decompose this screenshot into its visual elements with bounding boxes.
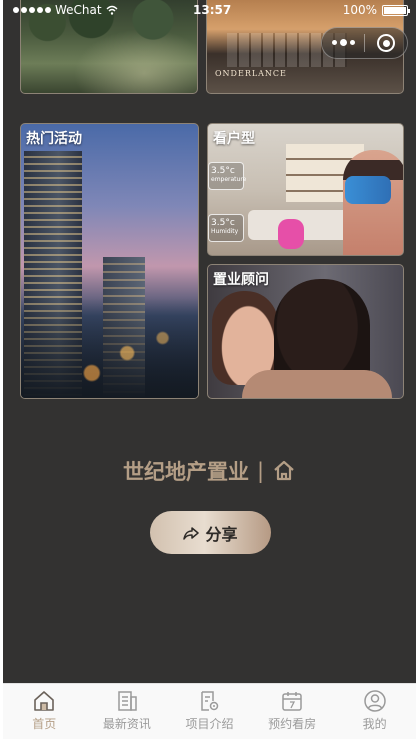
tab-home-label: 首页 (32, 717, 57, 731)
tab-project[interactable]: 项目介绍 (168, 684, 251, 739)
humidity-overlay: 3.5°c Humidity (208, 214, 244, 242)
home-icon (34, 691, 55, 711)
temperature-label: emperature (211, 176, 247, 183)
battery-icon (382, 4, 410, 16)
brand-separator: | (256, 459, 265, 483)
lobby-sign: ONDERLANCE (215, 69, 287, 78)
mini-program-capsule (321, 27, 408, 59)
app-screen: WeChat 13:57 100% ONDERLANCE 热门活动 3.5°c … (3, 0, 416, 683)
shoulder-image (242, 370, 392, 398)
share-arrow-icon (183, 526, 200, 540)
tab-news[interactable]: 最新资讯 (86, 684, 169, 739)
home-outline-icon (274, 460, 294, 481)
status-bar: WeChat 13:57 100% (3, 0, 416, 22)
share-button[interactable]: 分享 (150, 511, 271, 554)
status-left: WeChat (13, 3, 118, 17)
mini-program-close-icon[interactable] (365, 34, 407, 52)
status-time: 13:57 (193, 3, 232, 17)
temperature-value: 3.5°c (211, 166, 235, 176)
bottom-tab-bar: 首页 最新资讯 项目介绍 预约看房 我的 (3, 683, 416, 739)
vr-headset-image (345, 176, 391, 204)
advisor-tile[interactable]: 置业顾问 (207, 264, 404, 399)
signal-icon (13, 7, 51, 13)
tab-booking[interactable]: 预约看房 (251, 684, 334, 739)
wifi-icon (106, 5, 118, 15)
user-icon (363, 690, 386, 712)
calendar-icon (282, 692, 302, 711)
humidity-label: Humidity (211, 228, 239, 235)
tab-booking-label: 预约看房 (268, 717, 317, 731)
humidity-value: 3.5°c (211, 218, 235, 228)
hot-activity-tile[interactable]: 热门活动 (20, 123, 199, 399)
battery-percent: 100% (342, 3, 377, 17)
house-type-tile[interactable]: 3.5°c emperature 3.5°c Humidity 看户型 (207, 123, 404, 256)
temperature-overlay: 3.5°c emperature (208, 162, 247, 190)
tab-news-label: 最新资讯 (102, 717, 151, 731)
advisor-title: 置业顾问 (213, 272, 269, 288)
city-lights-image (21, 298, 198, 398)
news-building-icon (118, 691, 137, 711)
status-right: 100% (342, 3, 410, 17)
project-doc-icon (201, 691, 219, 711)
tab-mine-label: 我的 (362, 717, 387, 731)
carrier-label: WeChat (55, 3, 102, 17)
tab-home[interactable]: 首页 (3, 684, 86, 739)
tab-mine[interactable]: 我的 (333, 684, 416, 739)
tab-project-label: 项目介绍 (185, 717, 234, 731)
more-dots-icon[interactable] (322, 39, 364, 46)
house-type-title: 看户型 (213, 131, 255, 147)
share-label: 分享 (205, 526, 238, 544)
hand-image (278, 219, 304, 249)
brand-name: 世纪地产置业 (122, 460, 249, 484)
hot-activity-title: 热门活动 (26, 131, 82, 147)
brand-line: 世纪地产置业 | (3, 456, 416, 486)
